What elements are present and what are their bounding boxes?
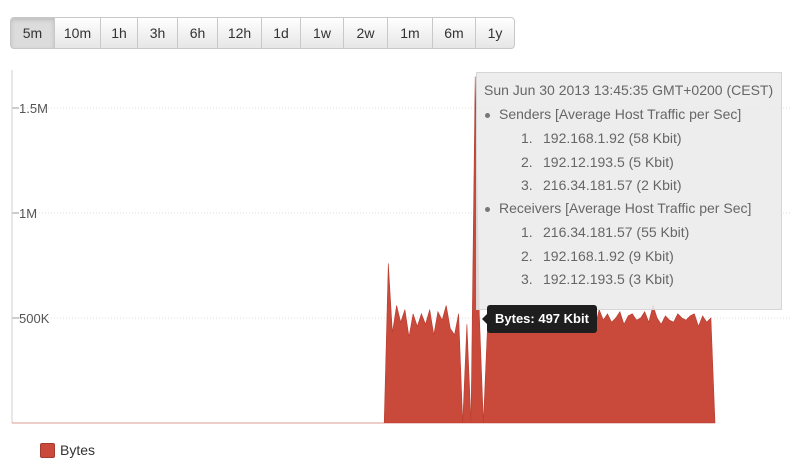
host-text: 192.12.193.5 (3 Kbit) (543, 271, 674, 287)
tooltip-host-item: 3. 192.12.193.5 (3 Kbit) (521, 271, 674, 287)
host-rank: 1. (521, 224, 533, 240)
host-rank: 3. (521, 271, 533, 287)
y-tick-label: 1M (19, 206, 37, 221)
tooltip-host-item: 1. 192.168.1.92 (58 Kbit) (521, 130, 682, 146)
chart-legend[interactable]: Bytes (40, 441, 95, 459)
tooltip-time: Sun Jun 30 2013 13:45:35 GMT+0200 (CEST) (484, 82, 774, 98)
tooltip-host-item: 2. 192.12.193.5 (5 Kbit) (521, 154, 674, 170)
y-tick-label: 1.5M (19, 101, 48, 116)
y-tick-label: 500K (19, 311, 50, 326)
host-text: 192.168.1.92 (58 Kbit) (543, 130, 682, 146)
host-text: 216.34.181.57 (55 Kbit) (543, 224, 690, 240)
host-text: 216.34.181.57 (2 Kbit) (543, 177, 682, 193)
tooltip-group-title: Senders [Average Host Traffic per Sec] (484, 106, 742, 122)
tooltip-host-item: 2. 192.168.1.92 (9 Kbit) (521, 248, 674, 264)
host-rank: 2. (521, 153, 533, 170)
legend-swatch-icon (40, 442, 55, 458)
hover-value-flag: Bytes: 497 Kbit (482, 305, 597, 333)
traffic-tooltip: Sun Jun 30 2013 13:45:35 GMT+0200 (CEST)… (476, 72, 782, 310)
tooltip-host-item: 3. 216.34.181.57 (2 Kbit) (521, 177, 682, 193)
host-text: 192.12.193.5 (5 Kbit) (543, 153, 674, 170)
host-rank: 2. (521, 247, 533, 264)
tooltip-host-item: 1. 216.34.181.57 (55 Kbit) (521, 224, 689, 240)
tooltip-group-title: Receivers [Average Host Traffic per Sec] (484, 200, 752, 216)
legend-label: Bytes (60, 442, 96, 458)
host-rank: 3. (521, 177, 533, 193)
host-text: 192.168.1.92 (9 Kbit) (543, 247, 674, 264)
host-rank: 1. (521, 130, 533, 146)
